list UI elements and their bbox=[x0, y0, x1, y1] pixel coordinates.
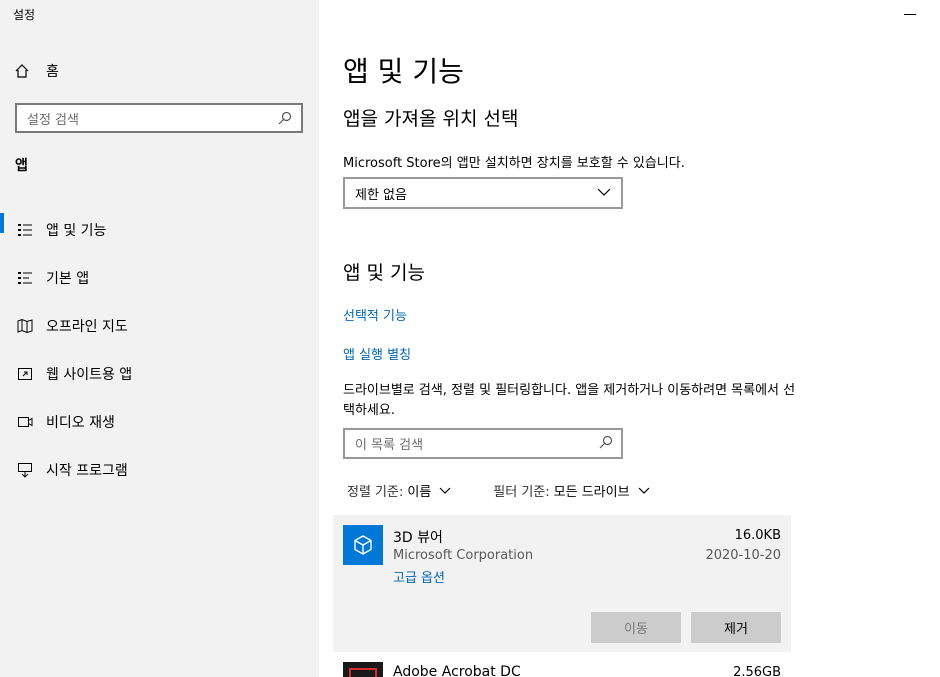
page-title: 앱 및 기능 bbox=[343, 55, 464, 88]
app-publisher: Microsoft Corporation bbox=[393, 548, 534, 563]
filter-dropdown[interactable]: 필터 기준: 모든 드라이브 bbox=[493, 481, 649, 500]
sidebar-item-label: 웹 사이트용 앱 bbox=[46, 367, 133, 383]
app-name: 3D 뷰어 bbox=[393, 530, 443, 546]
install-section-description: Microsoft Store의 앱만 설치하면 장치를 보호할 수 있습니다. bbox=[343, 156, 685, 171]
app-execution-aliases-link[interactable]: 앱 실행 별칭 bbox=[343, 344, 411, 363]
sidebar-item-video-playback[interactable]: 비디오 재생 bbox=[0, 398, 319, 446]
default-apps-icon bbox=[16, 269, 34, 287]
install-source-value: 제한 없음 bbox=[355, 187, 407, 203]
chevron-down-icon bbox=[439, 487, 451, 495]
sidebar-nav: 앱 및 기능 기본 앱 오프라인 지도 웹 사이트용 앱 비디오 재생 시작 프… bbox=[0, 206, 319, 494]
move-button[interactable]: 이동 bbox=[591, 612, 681, 643]
home-icon bbox=[14, 63, 34, 79]
sidebar-item-offline-maps[interactable]: 오프라인 지도 bbox=[0, 302, 319, 350]
sidebar-item-apps-features[interactable]: 앱 및 기능 bbox=[0, 206, 319, 254]
settings-search-input[interactable]: 설정 검색 bbox=[15, 103, 303, 133]
search-icon[interactable] bbox=[277, 110, 293, 126]
sort-filter-bar: 정렬 기준: 이름 필터 기준: 모든 드라이브 bbox=[347, 481, 650, 500]
apps-section-title: 앱 및 기능 bbox=[343, 262, 425, 284]
main-content: 앱 및 기능 앱을 가져올 위치 선택 Microsoft Store의 앱만 … bbox=[319, 0, 940, 677]
filter-label: 필터 기준: bbox=[493, 485, 550, 500]
3d-viewer-cube-icon bbox=[343, 525, 383, 565]
minimize-icon[interactable] bbox=[904, 14, 916, 15]
app-list-item[interactable]: Adobe Acrobat DC 2.56GB bbox=[333, 652, 791, 677]
home-label: 홈 bbox=[46, 64, 59, 80]
app-size: 2.56GB bbox=[733, 665, 781, 677]
apps-for-websites-icon bbox=[16, 365, 34, 383]
sort-label: 정렬 기준: bbox=[347, 485, 404, 500]
sidebar-section-title: 앱 bbox=[15, 158, 28, 174]
app-size: 16.0KB bbox=[734, 528, 781, 543]
app-list-search-placeholder: 이 목록 검색 bbox=[355, 438, 424, 453]
sidebar-item-label: 기본 앱 bbox=[46, 271, 90, 287]
settings-search-placeholder: 설정 검색 bbox=[27, 112, 79, 128]
app-list-item-selected[interactable]: 3D 뷰어 Microsoft Corporation 고급 옵션 16.0KB… bbox=[333, 515, 791, 652]
apps-features-icon bbox=[16, 221, 34, 239]
sidebar-item-label: 시작 프로그램 bbox=[46, 463, 128, 479]
optional-features-link[interactable]: 선택적 기능 bbox=[343, 305, 407, 324]
install-section-title: 앱을 가져올 위치 선택 bbox=[343, 108, 519, 130]
sidebar-item-apps-for-websites[interactable]: 웹 사이트용 앱 bbox=[0, 350, 319, 398]
sort-dropdown[interactable]: 정렬 기준: 이름 bbox=[347, 481, 451, 500]
app-list-search-input[interactable]: 이 목록 검색 bbox=[343, 428, 623, 459]
window-title: 설정 bbox=[13, 8, 36, 22]
sidebar-item-label: 앱 및 기능 bbox=[46, 223, 107, 239]
install-source-dropdown[interactable]: 제한 없음 bbox=[343, 177, 623, 209]
sidebar-item-startup[interactable]: 시작 프로그램 bbox=[0, 446, 319, 494]
home-link[interactable]: 홈 bbox=[14, 60, 59, 82]
apps-section-description: 드라이브별로 검색, 정렬 및 필터링합니다. 앱을 제거하거나 이동하려면 목… bbox=[343, 383, 796, 418]
sidebar-item-label: 오프라인 지도 bbox=[46, 319, 128, 335]
sidebar-item-label: 비디오 재생 bbox=[46, 415, 115, 431]
startup-icon bbox=[16, 461, 34, 479]
uninstall-button[interactable]: 제거 bbox=[691, 612, 781, 643]
chevron-down-icon bbox=[638, 487, 650, 495]
advanced-options-link[interactable]: 고급 옵션 bbox=[393, 567, 445, 586]
app-name: Adobe Acrobat DC bbox=[393, 664, 521, 677]
chevron-down-icon bbox=[597, 186, 611, 201]
sidebar: 설정 홈 설정 검색 앱 앱 및 기능 기본 앱 오프라인 지도 웹 사이트용 … bbox=[0, 0, 319, 677]
acrobat-icon bbox=[343, 662, 383, 677]
search-icon[interactable] bbox=[599, 434, 613, 453]
offline-maps-icon bbox=[16, 317, 34, 335]
app-install-date: 2020-10-20 bbox=[705, 548, 781, 563]
filter-value: 모든 드라이브 bbox=[553, 485, 630, 500]
sidebar-item-default-apps[interactable]: 기본 앱 bbox=[0, 254, 319, 302]
video-playback-icon bbox=[16, 413, 34, 431]
sort-value: 이름 bbox=[407, 485, 432, 500]
settings-window: 설정 홈 설정 검색 앱 앱 및 기능 기본 앱 오프라인 지도 웹 사이트용 … bbox=[0, 0, 940, 677]
